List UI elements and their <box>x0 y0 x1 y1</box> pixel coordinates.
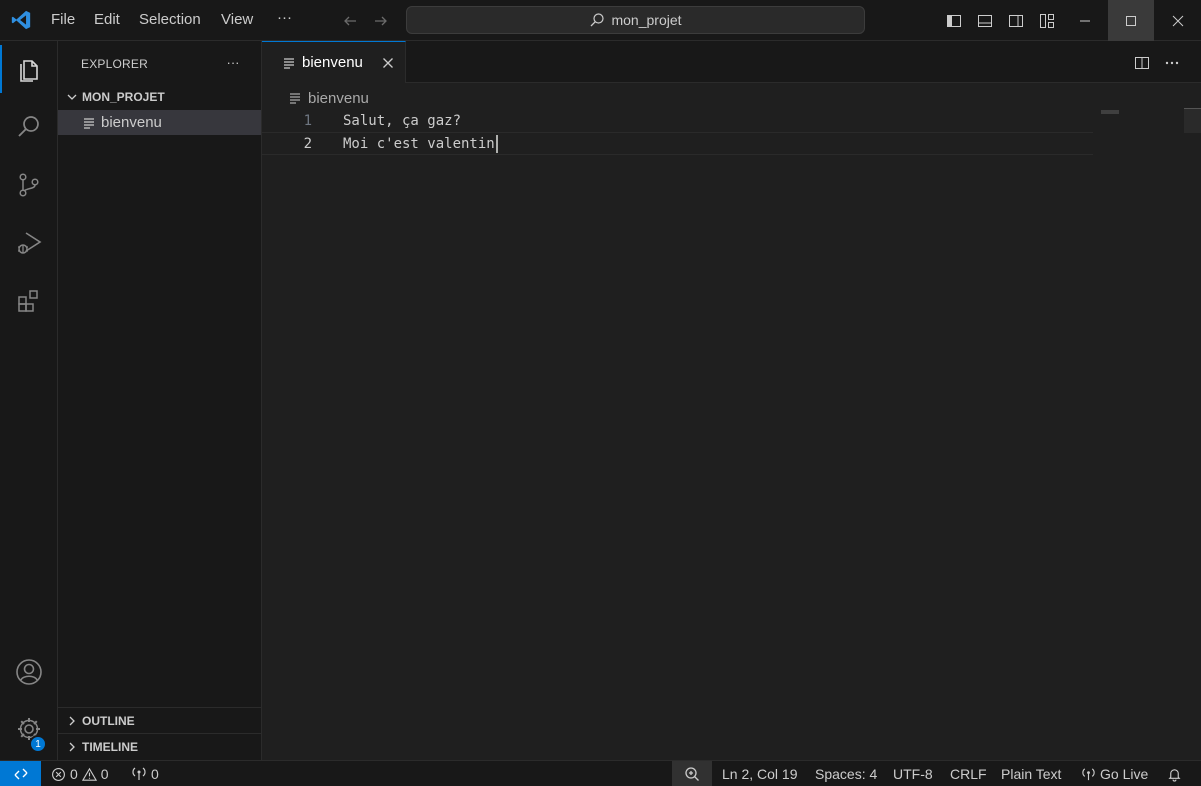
vertical-scrollbar[interactable] <box>1184 108 1201 133</box>
eol-status[interactable]: CRLF <box>950 761 987 786</box>
timeline-title: TIMELINE <box>82 739 138 754</box>
extensions-icon <box>18 290 38 312</box>
minimize-button[interactable] <box>1062 0 1108 41</box>
editor-more-actions-icon[interactable] <box>1161 52 1183 74</box>
account-icon <box>16 659 42 685</box>
maximize-icon <box>1126 15 1136 26</box>
cursor-position[interactable]: Ln 2, Col 19 <box>722 761 798 786</box>
menu-edit[interactable]: Edit <box>94 11 120 28</box>
command-center-search[interactable]: mon_projet <box>406 6 865 34</box>
settings-badge: 1 <box>29 735 47 753</box>
files-icon <box>20 60 38 82</box>
breadcrumb[interactable]: bienvenu <box>288 88 369 108</box>
chevron-right-icon <box>62 715 82 727</box>
close-icon <box>1172 15 1184 26</box>
file-item-label: bienvenu <box>101 114 162 131</box>
timeline-pane-header[interactable]: TIMELINE <box>58 733 261 759</box>
language-mode[interactable]: Plain Text <box>1001 761 1061 786</box>
search-icon <box>18 116 39 137</box>
text-file-icon <box>284 57 294 69</box>
source-control-icon <box>19 173 39 197</box>
toggle-panel-icon[interactable] <box>975 11 995 31</box>
toggle-primary-sidebar-icon[interactable] <box>944 11 964 31</box>
code-editor[interactable]: 1 Salut, ça gaz? 2 Moi c'est valentin <box>262 108 1201 760</box>
notifications-button[interactable] <box>1167 761 1182 786</box>
broadcast-icon <box>132 767 146 780</box>
warning-count: 0 <box>100 766 109 782</box>
explorer-sidebar: EXPLORER ··· MON_PROJET bienvenu OUTLINE… <box>58 41 262 760</box>
outline-pane-header[interactable]: OUTLINE <box>58 707 261 733</box>
line-number: 2 <box>303 135 312 152</box>
error-icon <box>52 767 65 781</box>
folder-name: MON_PROJET <box>82 90 165 104</box>
encoding-status[interactable]: UTF-8 <box>893 761 933 786</box>
maximize-button[interactable] <box>1108 0 1154 41</box>
remote-indicator-button[interactable] <box>0 761 41 786</box>
indentation-status[interactable]: Spaces: 4 <box>815 761 877 786</box>
sidebar-title: EXPLORER <box>81 57 148 71</box>
editor-tabs-bar: bienvenu <box>262 41 1201 83</box>
forward-arrow-icon[interactable] <box>371 11 391 31</box>
editor-line-current: 2 Moi c'est valentin <box>262 132 1093 155</box>
editor-line: 1 Salut, ça gaz? <box>262 109 1093 132</box>
zoom-in-icon <box>685 767 699 781</box>
text-file-icon <box>290 93 300 104</box>
line-text-content: Moi c'est valentin <box>343 135 495 152</box>
menu-file[interactable]: File <box>51 11 75 28</box>
menu-view[interactable]: View <box>221 11 253 28</box>
text-file-icon <box>84 117 94 129</box>
activity-search[interactable] <box>0 103 58 151</box>
activity-run-debug[interactable] <box>0 219 58 267</box>
text-cursor <box>495 134 498 153</box>
sidebar-more-button[interactable]: ··· <box>222 51 244 73</box>
title-bar: File Edit Selection View ··· mon_projet <box>0 0 1201 41</box>
bell-icon <box>1168 768 1181 782</box>
problems-status[interactable]: 0 0 <box>51 761 109 786</box>
tab-label: bienvenu <box>302 54 363 71</box>
customize-layout-icon[interactable] <box>1037 11 1057 31</box>
tab-bienvenu[interactable]: bienvenu <box>262 41 406 83</box>
line-text-current: Moi c'est valentin <box>343 134 498 153</box>
close-tab-icon[interactable] <box>379 54 397 72</box>
chevron-down-icon <box>62 91 82 103</box>
line-text: Salut, ça gaz? <box>343 112 462 129</box>
chevron-right-icon <box>62 741 82 753</box>
go-live-label: Go Live <box>1100 766 1149 782</box>
menu-more-button[interactable]: ··· <box>277 9 292 26</box>
activity-explorer[interactable] <box>0 45 58 93</box>
ports-count: 0 <box>151 766 159 782</box>
remote-icon <box>14 768 27 780</box>
split-editor-icon[interactable] <box>1131 52 1153 74</box>
go-live-button[interactable]: Go Live <box>1081 761 1148 786</box>
activity-bar: 1 <box>0 41 58 760</box>
activity-accounts[interactable] <box>0 648 58 696</box>
folder-root[interactable]: MON_PROJET <box>58 86 261 108</box>
zoom-button[interactable] <box>672 761 712 786</box>
activity-source-control[interactable] <box>0 161 58 209</box>
vscode-logo-icon <box>11 10 31 30</box>
search-icon <box>591 13 605 27</box>
toggle-secondary-sidebar-icon[interactable] <box>1006 11 1026 31</box>
run-debug-icon <box>18 232 42 254</box>
line-number: 1 <box>303 112 312 129</box>
broadcast-icon <box>1082 767 1095 780</box>
ports-status[interactable]: 0 <box>131 761 159 786</box>
outline-title: OUTLINE <box>82 713 135 728</box>
close-window-button[interactable] <box>1155 0 1201 41</box>
search-label: mon_projet <box>611 12 682 28</box>
minimap-preview <box>1101 110 1119 114</box>
breadcrumb-label: bienvenu <box>308 89 369 107</box>
activity-extensions[interactable] <box>0 277 58 325</box>
back-arrow-icon[interactable] <box>340 11 360 31</box>
status-bar: 0 0 0 Ln 2, Col 19 Spaces: 4 UTF-8 CRLF … <box>0 760 1201 786</box>
menu-selection[interactable]: Selection <box>139 11 201 28</box>
minimize-icon <box>1080 20 1090 21</box>
activity-manage[interactable]: 1 <box>0 705 58 753</box>
error-count: 0 <box>70 766 78 782</box>
file-item-bienvenu[interactable]: bienvenu <box>58 110 261 135</box>
warning-icon <box>81 767 97 781</box>
